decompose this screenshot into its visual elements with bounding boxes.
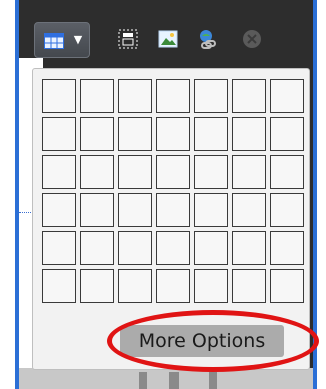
table-grid-cell[interactable] [270,79,304,113]
table-grid-cell[interactable] [118,269,152,303]
link-icon[interactable] [197,28,219,50]
table-grid-cell[interactable] [42,79,76,113]
table-grid-cell[interactable] [270,193,304,227]
table-grid-cell[interactable] [232,193,266,227]
document-background [19,368,313,389]
more-options-button[interactable]: More Options [120,325,284,357]
table-grid-cell[interactable] [42,269,76,303]
table-picker-panel: More Options [32,68,310,370]
table-grid-cell[interactable] [194,79,228,113]
table-grid-cell[interactable] [118,193,152,227]
layout-icon[interactable] [117,28,139,50]
table-grid-cell[interactable] [270,155,304,189]
table-icon [44,33,64,49]
table-grid-cell[interactable] [118,79,152,113]
table-grid-cell[interactable] [194,269,228,303]
table-grid-cell[interactable] [270,231,304,265]
table-grid-cell[interactable] [156,193,190,227]
toolbar: ▼ [19,14,313,64]
table-grid-cell[interactable] [194,231,228,265]
table-grid-cell[interactable] [80,231,114,265]
table-grid-cell[interactable] [80,155,114,189]
table-grid-cell[interactable] [42,117,76,151]
image-icon[interactable] [157,28,179,50]
table-grid-cell[interactable] [270,269,304,303]
table-grid-cell[interactable] [80,117,114,151]
table-grid-cell[interactable] [80,193,114,227]
table-grid-cell[interactable] [156,269,190,303]
table-grid-cell[interactable] [232,231,266,265]
table-grid-cell[interactable] [156,117,190,151]
table-grid-cell[interactable] [232,79,266,113]
table-grid-cell[interactable] [232,269,266,303]
table-grid-cell[interactable] [118,231,152,265]
background-block [209,372,217,389]
insert-table-button[interactable]: ▼ [34,22,90,58]
disabled-icon [243,30,261,48]
table-grid-cell[interactable] [232,155,266,189]
table-grid-cell[interactable] [194,117,228,151]
table-grid-cell[interactable] [270,117,304,151]
table-grid-cell[interactable] [194,155,228,189]
chevron-down-icon[interactable]: ▼ [71,33,85,47]
table-grid-cell[interactable] [42,155,76,189]
background-block [169,372,179,389]
table-grid-cell[interactable] [80,79,114,113]
table-grid-cell[interactable] [156,79,190,113]
table-grid-cell[interactable] [194,193,228,227]
table-size-grid[interactable] [42,79,304,303]
table-grid-cell[interactable] [80,269,114,303]
table-grid-cell[interactable] [118,117,152,151]
table-grid-cell[interactable] [156,155,190,189]
table-grid-cell[interactable] [232,117,266,151]
table-grid-cell[interactable] [118,155,152,189]
table-grid-cell[interactable] [42,231,76,265]
background-block [139,372,147,389]
table-grid-cell[interactable] [156,231,190,265]
table-grid-cell[interactable] [42,193,76,227]
